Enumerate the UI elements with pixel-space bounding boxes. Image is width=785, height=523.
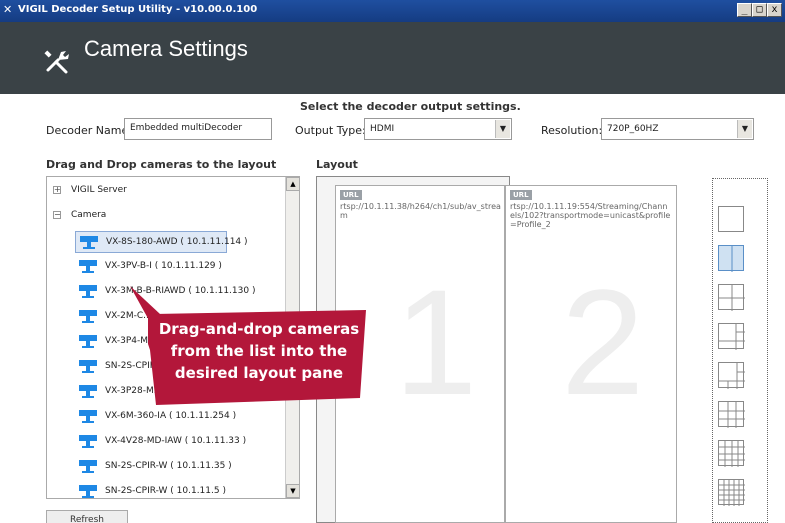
scroll-up-button[interactable]: ▲ — [286, 177, 300, 191]
callout-line-3: desired layout pane — [174, 364, 344, 382]
layout-grid-icon — [719, 324, 745, 350]
url-badge: URL — [510, 190, 532, 200]
collapse-icon[interactable]: − — [53, 211, 61, 219]
camera-icon — [79, 410, 97, 423]
camera-list-item[interactable]: SN-2S-CPIR-W ( 10.1.11.35 ) — [75, 456, 232, 478]
resolution-label: Resolution: — [541, 124, 603, 137]
callout: Drag-and-drop cameras from the list into… — [148, 310, 370, 405]
decoder-name-label: Decoder Name: — [46, 124, 132, 137]
maximize-button[interactable]: □ — [752, 3, 767, 17]
tree-node-label: VIGIL Server — [71, 185, 127, 195]
camera-list-item[interactable]: VX-6M-360-IA ( 10.1.11.254 ) — [75, 406, 236, 428]
layout-pane-2[interactable]: URL rtsp://10.1.11.19:554/Streaming/Chan… — [505, 185, 677, 523]
refresh-button[interactable]: Refresh — [46, 510, 128, 523]
pane-url: rtsp://10.1.11.19:554/Streaming/Channels… — [510, 202, 671, 229]
app-icon: ✕ — [3, 3, 13, 16]
camera-label: VX-3PV-B-I ( 10.1.11.129 ) — [105, 261, 222, 271]
chevron-down-icon[interactable]: ▼ — [737, 120, 752, 138]
camera-label: VX-4V28-MD-IAW ( 10.1.11.33 ) — [105, 436, 247, 446]
camera-icon — [79, 310, 97, 323]
camera-label: VX-6M-360-IA ( 10.1.11.254 ) — [105, 411, 237, 421]
output-type-select[interactable]: HDMI ▼ — [364, 118, 512, 140]
layout-option-1plus5[interactable] — [718, 362, 745, 389]
callout-line-1: Drag-and-drop cameras — [158, 320, 360, 338]
minimize-button[interactable]: _ — [737, 3, 752, 17]
layout-grid-icon — [719, 285, 745, 311]
camera-label: SN-2S-CPIR-W ( 10.1.11.35 ) — [105, 461, 232, 471]
page-title: Camera Settings — [84, 36, 248, 61]
resolution-value: 720P_60HZ — [607, 124, 659, 134]
camera-list-item[interactable]: SN-2S-CPIR-W ( 10.1.11.5 ) — [75, 481, 227, 498]
layout-option-1x1[interactable] — [718, 206, 744, 232]
callout-pointer — [130, 286, 160, 322]
close-button[interactable]: x — [767, 3, 782, 17]
window-titlebar: ✕ VIGIL Decoder Setup Utility - v10.00.0… — [0, 0, 785, 22]
camera-icon — [79, 335, 97, 348]
header-banner: Camera Settings — [0, 22, 785, 94]
camera-icon — [79, 485, 97, 498]
camera-icon — [79, 260, 97, 273]
layout-option-4x4[interactable] — [718, 440, 745, 467]
pane-number: 2 — [561, 258, 645, 426]
callout-text: Drag-and-drop cameras from the list into… — [148, 318, 370, 384]
callout-line-2: from the list into the — [170, 342, 348, 360]
layout-option-5x5[interactable] — [718, 479, 745, 506]
chevron-down-icon[interactable]: ▼ — [495, 120, 510, 138]
camera-label: SN-2S-CPIR-W ( 10.1.11.5 ) — [105, 486, 226, 496]
layout-grid-icon — [731, 246, 733, 272]
camera-icon — [79, 360, 97, 373]
url-badge: URL — [340, 190, 362, 200]
layout-grid-icon — [719, 480, 745, 506]
expand-icon[interactable]: + — [53, 186, 61, 194]
camera-icon — [79, 385, 97, 398]
layout-grid-icon — [719, 441, 745, 467]
layout-grid-icon — [719, 363, 745, 389]
output-type-value: HDMI — [370, 124, 395, 134]
layout-grid-icon — [719, 207, 745, 233]
wrench-screwdriver-icon — [44, 50, 69, 74]
camera-list-item[interactable]: VX-8S-180-AWD ( 10.1.11.114 ) — [75, 231, 248, 253]
window-title: VIGIL Decoder Setup Utility - v10.00.0.1… — [18, 4, 258, 15]
camera-label: VX-8S-180-AWD ( 10.1.11.114 ) — [106, 237, 248, 247]
scroll-down-button[interactable]: ▼ — [286, 484, 300, 498]
camera-list-item[interactable]: VX-3PV-B-I ( 10.1.11.129 ) — [75, 256, 227, 278]
pane-url: rtsp://10.1.11.38/h264/ch1/sub/av_stream — [340, 202, 501, 220]
layout-grid-icon — [719, 402, 745, 428]
decoder-name-field[interactable]: Embedded multiDecoder — [124, 118, 272, 140]
layout-option-3x3[interactable] — [718, 401, 745, 428]
layout-option-2-vertical[interactable] — [718, 245, 744, 272]
output-type-label: Output Type: — [295, 124, 366, 137]
camera-list-heading: Drag and Drop cameras to the layout — [46, 158, 277, 171]
layout-option-1plus3[interactable] — [718, 323, 745, 350]
output-settings-heading: Select the decoder output settings. — [300, 100, 521, 113]
pane-number: 1 — [394, 258, 478, 426]
camera-icon — [80, 236, 98, 249]
resolution-select[interactable]: 720P_60HZ ▼ — [601, 118, 754, 140]
layout-heading: Layout — [316, 158, 358, 171]
camera-icon — [79, 435, 97, 448]
layout-option-2x2[interactable] — [718, 284, 745, 311]
camera-icon — [79, 285, 97, 298]
camera-list-item[interactable]: VX-4V28-MD-IAW ( 10.1.11.33 ) — [75, 431, 246, 453]
camera-icon — [79, 460, 97, 473]
tree-node-label: Camera — [71, 210, 107, 220]
